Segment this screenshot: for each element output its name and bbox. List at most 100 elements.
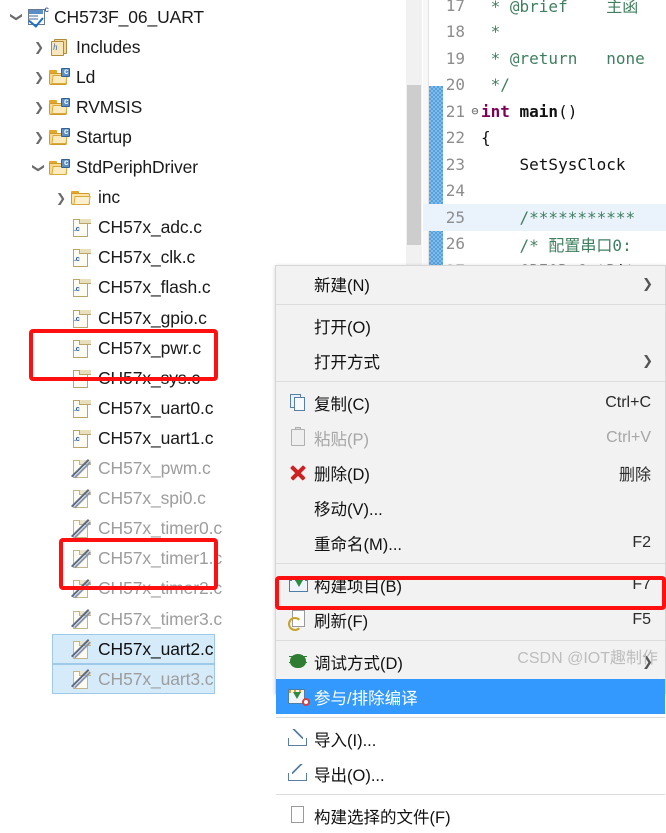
excluded-file-icon (70, 609, 92, 629)
line-number: 20 (445, 75, 465, 95)
menu-icon-blank (284, 496, 314, 520)
menu-item[interactable]: 构建选择的文件(F) (276, 798, 665, 833)
menu-item[interactable]: 参与/排除编译 (276, 679, 665, 714)
fold-collapse-icon[interactable]: ⊖ (469, 104, 481, 118)
menu-item-label: 打开(O) (314, 318, 371, 337)
chevron-right-icon[interactable]: ❯ (30, 131, 48, 143)
c-file-icon: .c (70, 308, 92, 328)
menu-separator (276, 563, 665, 564)
code-text: * @brief 主函 (481, 0, 639, 17)
menu-item[interactable]: 复制(C) Ctrl+C (276, 385, 665, 420)
submenu-chevron-icon: ❯ (642, 352, 653, 368)
menu-icon-blank (284, 349, 314, 373)
tree-item[interactable]: ❯ Startup (0, 122, 406, 152)
menu-item-label: 重命名(M)... (314, 535, 402, 554)
chevron-down-icon[interactable]: ❯ (32, 159, 46, 177)
menu-item[interactable]: 重命名(M)... F2 (276, 525, 665, 560)
chevron-right-icon[interactable]: ❯ (52, 192, 70, 204)
code-line: 21 ⊖ int main() (423, 98, 666, 125)
menu-icon-blank (284, 314, 314, 338)
tree-item[interactable]: ❯ RVMSIS (0, 92, 406, 122)
tree-item[interactable]: ❯ inc (0, 183, 406, 213)
menu-separator (276, 304, 665, 305)
menu-item[interactable]: 导入(I)... (276, 721, 665, 756)
menu-item: 粘贴(P) Ctrl+V (276, 420, 665, 455)
tree-item-label: CH57x_clk.c (98, 247, 196, 268)
code-line: 20 */ (423, 72, 666, 99)
excluded-file-icon (70, 549, 92, 569)
code-token: * @return none (481, 48, 645, 68)
c-file-icon: .c (70, 278, 92, 298)
excluded-file-icon (70, 669, 92, 689)
menu-icon-blank (284, 272, 314, 296)
line-number: 17 (445, 0, 465, 15)
chevron-right-icon[interactable]: ❯ (30, 101, 48, 113)
tree-item-label: CH57x_adc.c (98, 217, 202, 238)
menu-item[interactable]: 刷新(F) F5 (276, 602, 665, 637)
folder-icon (70, 188, 92, 208)
code-line: 24 (423, 178, 666, 205)
code-token: * (481, 22, 501, 42)
tree-item-label: CH573F_06_UART (54, 6, 205, 27)
menu-item[interactable]: 新建(N) ❯ (276, 266, 665, 301)
menu-item-label: 刷新(F) (314, 612, 369, 631)
tree-item[interactable]: ❯ StdPeriphDriver (0, 153, 406, 183)
submenu-chevron-icon: ❯ (642, 275, 653, 291)
c-file-icon: .c (70, 248, 92, 268)
menu-item[interactable]: 打开(O) (276, 308, 665, 343)
tree-item-label: Startup (76, 126, 132, 147)
tree-item-label: inc (98, 187, 121, 208)
menu-separator (276, 640, 665, 641)
tree-item[interactable]: ❯ Ld (0, 62, 406, 92)
file-context-menu[interactable]: 新建(N) ❯ 打开(O) 打开方式 ❯ 复制(C) Ctrl+C 粘贴(P) Ctrl+V 删除… (275, 265, 666, 827)
line-number: 26 (445, 234, 465, 254)
chevron-down-icon[interactable]: ❯ (10, 8, 24, 26)
menu-item[interactable]: 导出(O)... (276, 756, 665, 791)
source-folder-icon (48, 97, 70, 117)
code-text: int main() (481, 102, 577, 121)
menu-item[interactable]: 打开方式 ❯ (276, 343, 665, 378)
excluded-file-icon (70, 489, 92, 509)
scrollbar-thumb[interactable] (407, 85, 421, 245)
menu-item[interactable]: 构建项目(B) F7 (276, 567, 665, 602)
menu-icon-blank (284, 531, 314, 555)
tree-item-label: CH57x_flash.c (98, 277, 211, 298)
menu-item-label: 新建(N) (314, 276, 370, 295)
code-token: /* 配置串口0: (481, 235, 632, 255)
source-folder-icon (48, 127, 70, 147)
line-number: 18 (445, 22, 465, 42)
menu-separator (276, 717, 665, 718)
paste-icon (284, 426, 314, 450)
c-file-icon: .c (70, 398, 92, 418)
code-editor[interactable]: 17 * @brief 主函 18 * 19 * @return none 20 */… (423, 0, 666, 265)
build-selected-icon (284, 804, 314, 828)
menu-item-accelerator: Ctrl+C (605, 393, 651, 411)
code-token: main (519, 101, 559, 121)
menu-item-label: 导出(O)... (314, 766, 385, 785)
menu-item-accelerator: F2 (632, 533, 651, 551)
excluded-file-icon (70, 639, 92, 659)
chevron-right-icon[interactable]: ❯ (30, 41, 48, 53)
excluded-file-icon (70, 579, 92, 599)
tree-item-label: CH57x_sys.c (98, 367, 200, 388)
menu-item[interactable]: 移动(V)... (276, 490, 665, 525)
code-line: 25 /*********** (423, 204, 666, 231)
menu-item-label: 粘贴(P) (314, 430, 369, 449)
tree-item-label: CH57x_uart1.c (98, 427, 214, 448)
code-line: 18 * (423, 19, 666, 46)
editor-vertical-scrollbar[interactable] (406, 0, 422, 265)
menu-item-label: 构建选择的文件(F) (314, 808, 451, 827)
tree-item[interactable]: .c CH57x_adc.c (0, 213, 406, 243)
line-number: 19 (445, 48, 465, 68)
chevron-right-icon[interactable]: ❯ (30, 71, 48, 83)
tree-item[interactable]: ❯ h Includes (0, 32, 406, 62)
menu-item[interactable]: 删除(D) 删除 (276, 455, 665, 490)
code-line: 27 GPIOB_SetBit (423, 257, 666, 265)
tree-item-label: CH57x_pwr.c (98, 337, 201, 358)
c-file-icon: .c (70, 368, 92, 388)
copy-icon (284, 391, 314, 415)
watermark-text: CSDN @IOT趣制作 (517, 650, 658, 667)
tree-item[interactable]: ❯ c CH573F_06_UART (0, 2, 406, 32)
tree-item-label: RVMSIS (76, 96, 143, 117)
code-line: 26 /* 配置串口0: (423, 231, 666, 258)
